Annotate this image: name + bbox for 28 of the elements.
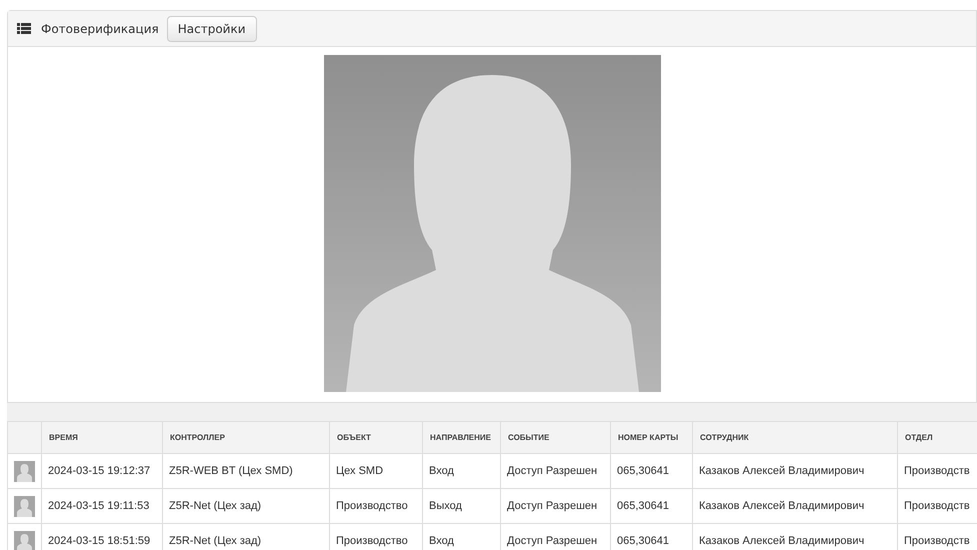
table-cell: Казаков Алексей Владимирович <box>692 454 898 488</box>
column-header[interactable]: СОТРУДНИК <box>692 422 898 454</box>
settings-button[interactable]: Настройки <box>166 16 257 42</box>
table-cell: Вход <box>422 454 500 488</box>
table-cell: 2024-03-15 19:12:37 <box>42 454 162 488</box>
column-header[interactable]: НОМЕР КАРТЫ <box>610 422 692 454</box>
column-header[interactable]: ОТДЕЛ <box>898 422 977 454</box>
table-cell: Казаков Алексей Владимирович <box>692 488 898 524</box>
column-header[interactable]: КОНТРОЛЛЕР <box>162 422 330 454</box>
list-icon <box>17 23 31 34</box>
avatar-icon <box>14 496 35 516</box>
table-cell: Доступ Разрешен <box>500 454 610 488</box>
table-cell: 065,30641 <box>610 488 692 524</box>
column-header[interactable]: ОБЪЕКТ <box>330 422 422 454</box>
table-cell: Z5R-Net (Цех зад) <box>162 488 330 524</box>
panel-title: Фотоверификация <box>41 20 159 38</box>
table-cell: 2024-03-15 19:11:53 <box>42 488 162 524</box>
avatar-icon <box>14 460 35 482</box>
column-header[interactable]: НАПРАВЛЕНИЕ <box>422 422 500 454</box>
table-cell: Выход <box>422 488 500 524</box>
avatar-icon <box>14 530 35 550</box>
table-cell: 065,30641 <box>610 454 692 488</box>
column-header[interactable]: СОБЫТИЕ <box>500 422 610 454</box>
table-cell: Производство <box>330 488 422 524</box>
column-header[interactable]: ВРЕМЯ <box>42 422 162 454</box>
table-cell: Цех SMD <box>330 454 422 488</box>
table-cell: Z5R-WEB BT (Цех SMD) <box>162 454 330 488</box>
table-cell: Доступ Разрешен <box>500 488 610 524</box>
